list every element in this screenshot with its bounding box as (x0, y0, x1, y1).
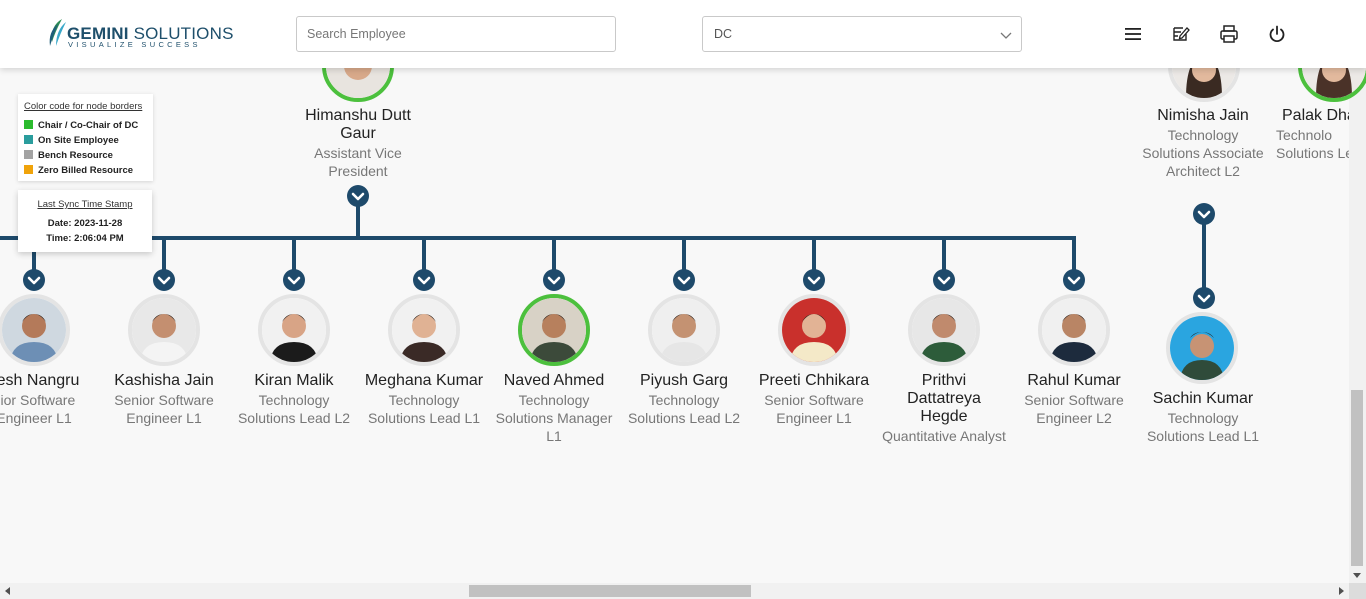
employee-avatar[interactable] (0, 294, 70, 366)
legend-title: Color code for node borders (24, 101, 143, 112)
dc-select-value: DC (714, 27, 733, 41)
edit-note-icon[interactable] (1171, 24, 1191, 44)
logo-tagline: VISUALIZE SUCCESS (68, 40, 201, 49)
search-employee-input[interactable] (296, 16, 616, 52)
sub-report-avatar[interactable] (1166, 312, 1238, 384)
employee-avatar[interactable] (778, 294, 850, 366)
vertical-scroll-thumb[interactable] (1351, 390, 1363, 566)
scrollbar-corner (1349, 583, 1366, 599)
org-chart-page: Himanshu Dutt Gaur Assistant Vice Presid… (0, 0, 1366, 599)
menu-icon[interactable] (1123, 24, 1143, 44)
legend-item: Chair / Co-Chair of DC (24, 120, 138, 132)
scroll-right-arrow-icon[interactable] (1336, 586, 1346, 596)
employee-avatar[interactable] (908, 294, 980, 366)
top-header: GEMINI SOLUTIONS VISUALIZE SUCCESS DC (0, 0, 1366, 68)
dc-select[interactable]: DC (702, 16, 1022, 52)
sync-title: Last Sync Time Stamp (37, 199, 133, 210)
print-icon[interactable] (1219, 24, 1239, 44)
employee-avatar[interactable] (258, 294, 330, 366)
scroll-left-arrow-icon[interactable] (3, 586, 13, 596)
leaf-logo-icon (49, 19, 66, 46)
employee-avatar[interactable] (518, 294, 590, 366)
legend-swatch (24, 135, 33, 144)
employee-avatar[interactable] (648, 294, 720, 366)
employee-avatar[interactable] (128, 294, 200, 366)
legend-item: Bench Resource (24, 150, 113, 162)
legend-item: On Site Employee (24, 135, 119, 147)
employee-avatar[interactable] (1038, 294, 1110, 366)
power-icon[interactable] (1267, 24, 1287, 44)
horizontal-scroll-thumb[interactable] (469, 585, 751, 597)
legend-swatch (24, 165, 33, 174)
scroll-down-arrow-icon[interactable] (1352, 570, 1362, 580)
legend-box: Color code for node borders Chair / Co-C… (18, 94, 153, 181)
sync-time: Time: 2:06:04 PM (46, 233, 124, 244)
company-logo[interactable]: GEMINI SOLUTIONS VISUALIZE SUCCESS (48, 18, 233, 50)
chevron-down-icon (1000, 32, 1012, 39)
legend-swatch (24, 120, 33, 129)
node-toggles[interactable] (0, 0, 1349, 583)
legend-item: Zero Billed Resource (24, 165, 133, 177)
sync-date: Date: 2023-11-28 (47, 218, 123, 229)
sync-timestamp-box: Last Sync Time Stamp Date: 2023-11-28 Ti… (18, 190, 152, 252)
employee-avatar[interactable] (388, 294, 460, 366)
legend-swatch (24, 150, 33, 159)
